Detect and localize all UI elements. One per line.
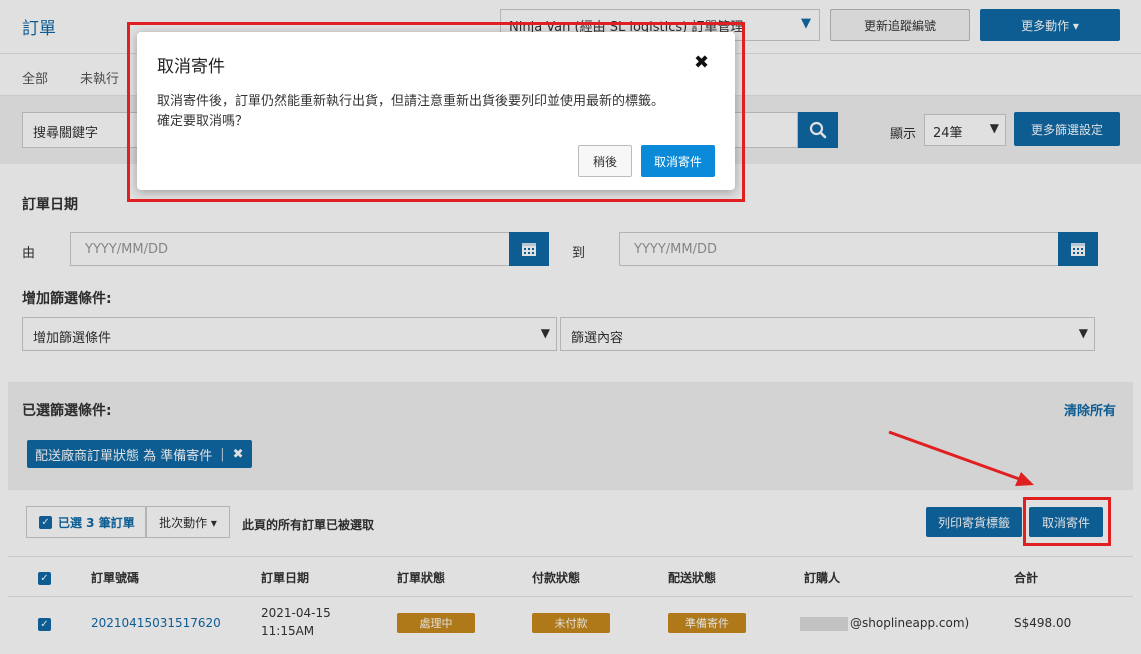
annotation-arrow bbox=[888, 430, 1034, 486]
order-management-page: 訂單 Ninja Van (經由 SL logistics) 訂單管理 ▼ 更新… bbox=[0, 0, 1141, 654]
